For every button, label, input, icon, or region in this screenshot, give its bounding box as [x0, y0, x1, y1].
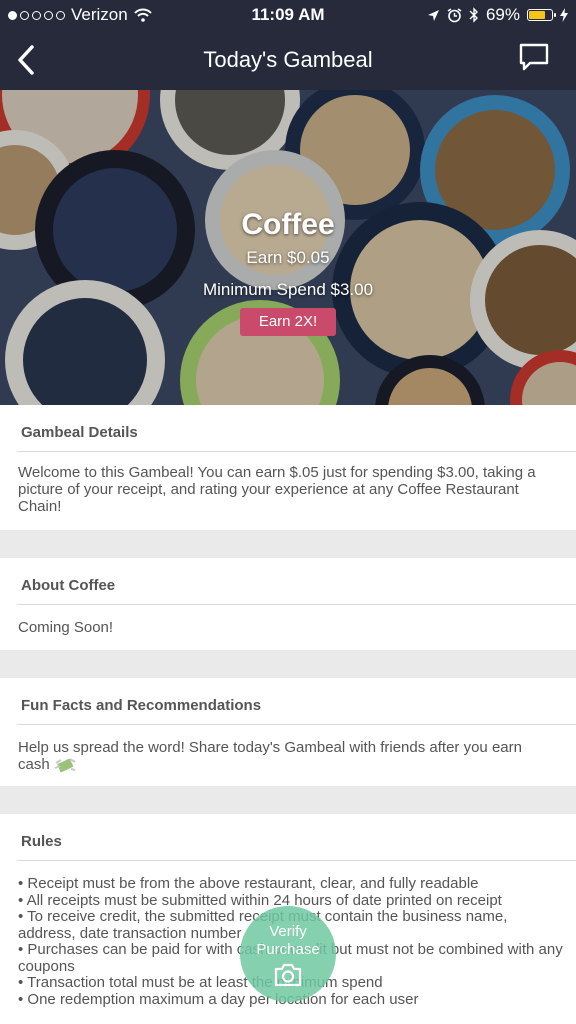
status-bar: Verizon 11:09 AM 69%: [0, 0, 576, 30]
battery-percent: 69%: [485, 5, 520, 24]
hero-earn: Earn $0.05: [246, 248, 330, 267]
rule-item: • Receipt must be from the above restaur…: [18, 875, 479, 892]
location-arrow-icon: [427, 9, 439, 21]
gambeal-details-body: Welcome to this Gambeal! You can earn $.…: [18, 464, 536, 515]
divider: [17, 451, 576, 452]
purchase-label: Purchase: [256, 941, 320, 958]
about-coffee-section: About Coffee Coming Soon!: [0, 558, 576, 650]
hero-title: Coffee: [241, 208, 335, 241]
camera-icon: [274, 963, 302, 987]
divider: [17, 604, 576, 605]
fun-facts-section: Fun Facts and Recommendations Help us sp…: [0, 678, 576, 786]
charging-bolt-icon: [560, 8, 568, 22]
money-with-wings-icon: [54, 758, 76, 773]
about-coffee-body: Coming Soon!: [18, 619, 114, 636]
divider: [17, 860, 576, 861]
fun-facts-heading: Fun Facts and Recommendations: [21, 697, 262, 714]
page-title: Today's Gambeal: [203, 47, 373, 72]
bluetooth-icon: [469, 7, 478, 23]
chat-bubble-icon[interactable]: [518, 42, 550, 74]
fun-facts-body: Help us spread the word! Share today's G…: [18, 739, 554, 773]
earn-2x-badge: Earn 2X!: [240, 308, 336, 336]
verify-purchase-button[interactable]: Verify Purchase: [240, 906, 336, 1002]
battery-icon: [527, 9, 556, 21]
gambeal-details-heading: Gambeal Details: [21, 424, 138, 441]
fun-facts-text: Help us spread the word! Share today's G…: [18, 739, 522, 773]
rules-heading: Rules: [21, 833, 62, 850]
hero-banner: Coffee Earn $0.05 Minimum Spend $3.00 Ea…: [0, 90, 576, 405]
divider: [17, 724, 576, 725]
verify-label: Verify: [269, 923, 307, 940]
nav-bar: Today's Gambeal: [0, 30, 576, 90]
gambeal-details-section: Gambeal Details Welcome to this Gambeal!…: [0, 405, 576, 530]
status-right: 69%: [427, 5, 568, 25]
about-coffee-heading: About Coffee: [21, 577, 116, 594]
alarm-icon: [447, 7, 462, 22]
hero-minimum-spend: Minimum Spend $3.00: [202, 280, 374, 299]
